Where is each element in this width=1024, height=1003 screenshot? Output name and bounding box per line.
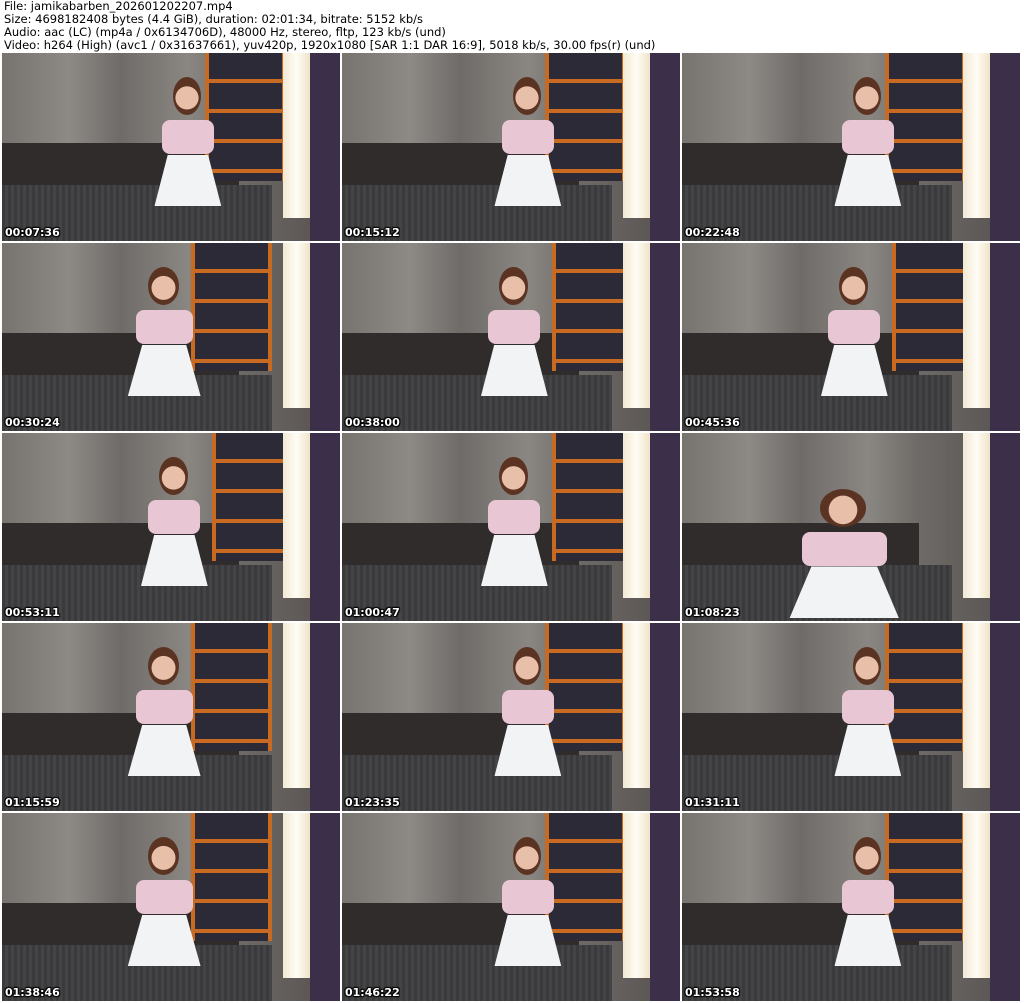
person-figure (783, 480, 905, 621)
floor-lamp (282, 813, 310, 979)
purple-wall (309, 433, 340, 621)
shelf (551, 433, 633, 561)
purple-wall (989, 243, 1020, 431)
floor-lamp (622, 243, 650, 409)
purple-wall (309, 623, 340, 811)
purple-wall (989, 53, 1020, 241)
timestamp: 00:22:48 (685, 226, 740, 239)
floor-lamp (622, 623, 650, 789)
video-thumbnail[interactable]: 00:30:24 (2, 243, 340, 431)
floor-lamp (622, 53, 650, 219)
purple-wall (309, 813, 340, 1001)
shelf (211, 433, 293, 561)
person-figure (831, 68, 905, 241)
file-info-header: File: jamikabarben_202601202207.mp4 Size… (4, 0, 655, 52)
person-figure (817, 258, 891, 431)
floor-lamp (962, 243, 990, 409)
person-figure (477, 448, 551, 621)
person-figure (477, 258, 551, 431)
purple-wall (309, 243, 340, 431)
floor-lamp (622, 433, 650, 599)
purple-wall (649, 243, 680, 431)
person-figure (137, 448, 211, 621)
floor-lamp (282, 243, 310, 409)
video-thumbnail[interactable]: 01:38:46 (2, 813, 340, 1001)
floor-lamp (962, 623, 990, 789)
video-thumbnail[interactable]: 01:53:58 (682, 813, 1020, 1001)
video-thumbnail[interactable]: 00:07:36 (2, 53, 340, 241)
timestamp: 01:08:23 (685, 606, 740, 619)
purple-wall (989, 623, 1020, 811)
purple-wall (309, 53, 340, 241)
thumbnail-grid: 00:07:36 00:15:12 00:22:48 00:30:24 00:38:00… (2, 53, 1020, 1001)
timestamp: 01:31:11 (685, 796, 740, 809)
person-figure (491, 638, 565, 811)
timestamp: 01:38:46 (5, 986, 60, 999)
timestamp: 01:00:47 (345, 606, 400, 619)
video-thumbnail[interactable]: 00:38:00 (342, 243, 680, 431)
person-figure (831, 638, 905, 811)
video-thumbnail[interactable]: 00:15:12 (342, 53, 680, 241)
purple-wall (649, 813, 680, 1001)
floor-lamp (622, 813, 650, 979)
floor-lamp (282, 623, 310, 789)
timestamp: 00:53:11 (5, 606, 60, 619)
floor-lamp (282, 433, 310, 599)
video-thumbnail[interactable]: 01:00:47 (342, 433, 680, 621)
shelf (891, 243, 973, 371)
floor-lamp (962, 53, 990, 219)
video-info: Video: h264 (High) (avc1 / 0x31637661), … (4, 38, 656, 52)
video-thumbnail[interactable]: 00:53:11 (2, 433, 340, 621)
person-figure (831, 828, 905, 1001)
timestamp: 01:15:59 (5, 796, 60, 809)
purple-wall (649, 53, 680, 241)
video-thumbnail[interactable]: 01:31:11 (682, 623, 1020, 811)
purple-wall (989, 813, 1020, 1001)
floor-lamp (962, 433, 990, 599)
timestamp: 00:30:24 (5, 416, 60, 429)
purple-wall (649, 623, 680, 811)
floor-lamp (282, 53, 310, 219)
video-thumbnail[interactable]: 01:15:59 (2, 623, 340, 811)
person-figure (124, 828, 205, 1001)
video-thumbnail[interactable]: 01:08:23 (682, 433, 1020, 621)
person-figure (491, 828, 565, 1001)
timestamp: 00:15:12 (345, 226, 400, 239)
timestamp: 00:45:36 (685, 416, 740, 429)
person-figure (491, 68, 565, 241)
video-thumbnail[interactable]: 01:46:22 (342, 813, 680, 1001)
floor-lamp (962, 813, 990, 979)
person-figure (151, 68, 225, 241)
person-figure (124, 638, 205, 811)
timestamp: 00:07:36 (5, 226, 60, 239)
timestamp: 01:46:22 (345, 986, 400, 999)
purple-wall (989, 433, 1020, 621)
timestamp: 00:38:00 (345, 416, 400, 429)
purple-wall (649, 433, 680, 621)
video-thumbnail[interactable]: 00:45:36 (682, 243, 1020, 431)
timestamp: 01:23:35 (345, 796, 400, 809)
timestamp: 01:53:58 (685, 986, 740, 999)
person-figure (124, 258, 205, 431)
video-thumbnail[interactable]: 01:23:35 (342, 623, 680, 811)
video-thumbnail[interactable]: 00:22:48 (682, 53, 1020, 241)
shelf (551, 243, 633, 371)
